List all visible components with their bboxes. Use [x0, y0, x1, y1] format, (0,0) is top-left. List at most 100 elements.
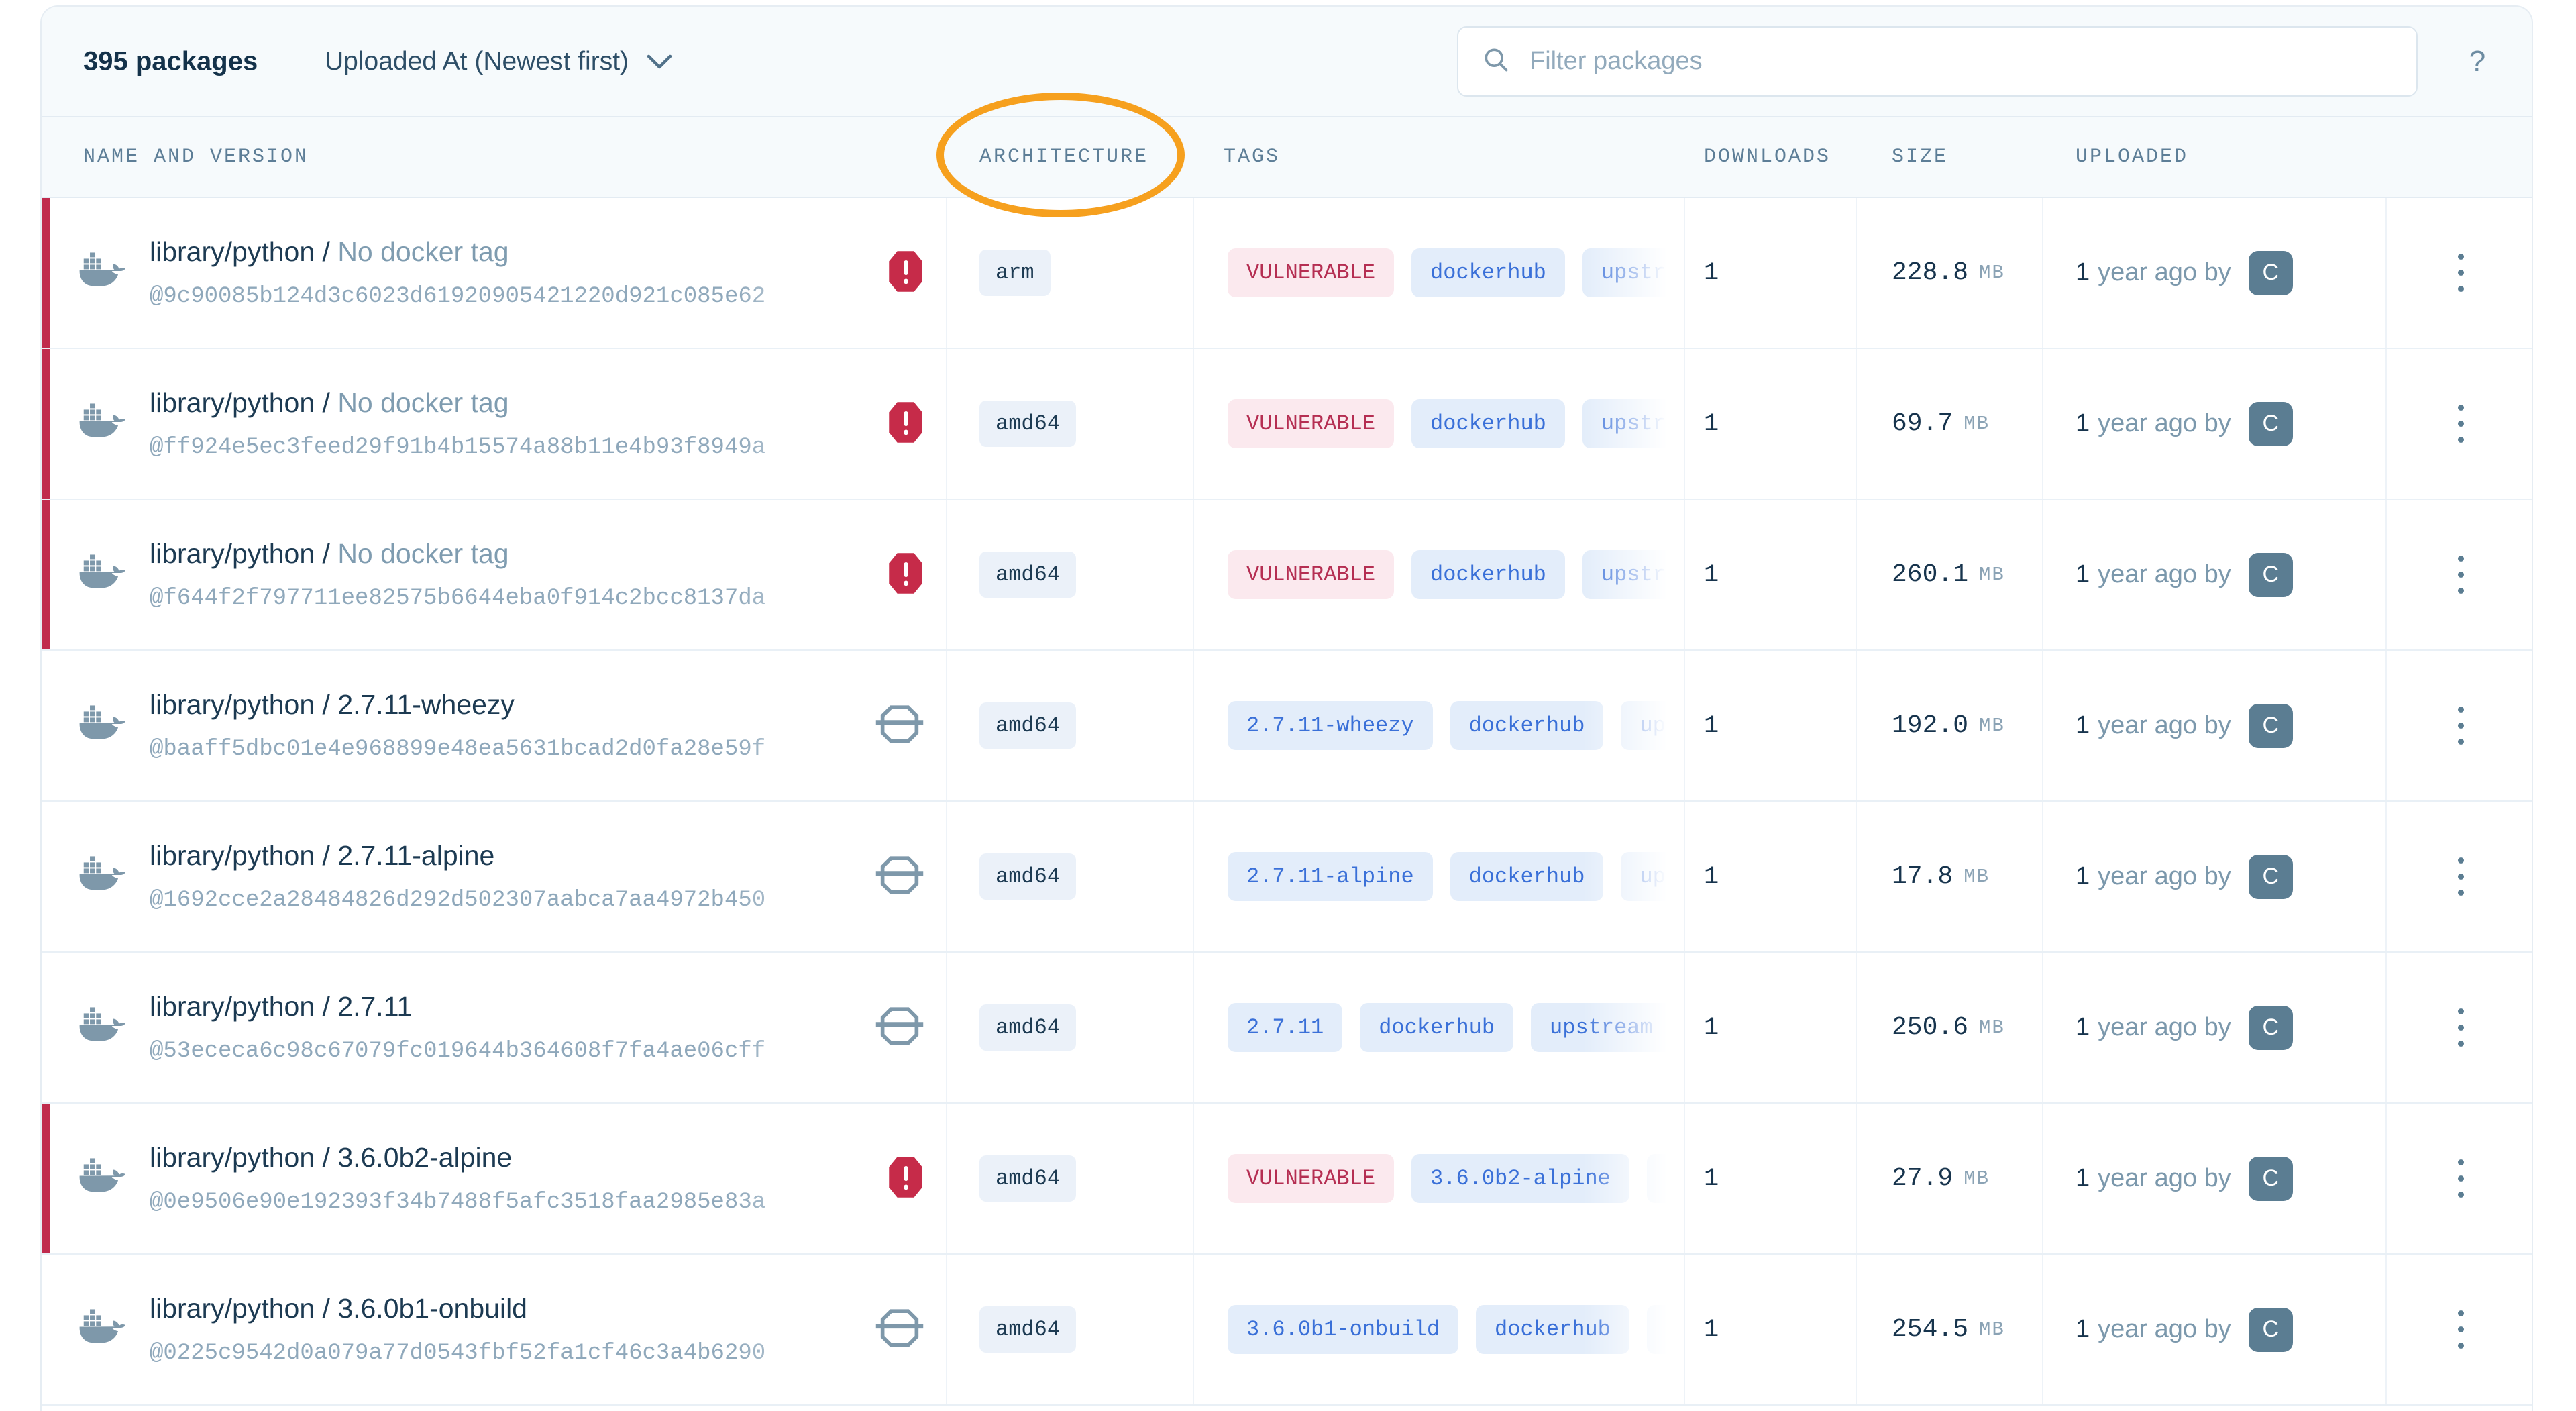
- vulnerable-icon[interactable]: [887, 249, 924, 297]
- tags-cell: 3.6.0b1-onbuild dockerhub upstream: [1194, 1255, 1685, 1404]
- kebab-menu-icon[interactable]: [2451, 398, 2471, 450]
- column-header-downloads[interactable]: DOWNLOADS: [1685, 117, 1857, 197]
- uploader-avatar[interactable]: C: [2249, 855, 2293, 899]
- tag-list: 2.7.11-wheezy dockerhub upstream: [1194, 701, 1684, 750]
- tag-dockerhub[interactable]: dockerhub: [1360, 1003, 1513, 1052]
- package-digest: @ff924e5ec3feed29f91b4b15574a88b11e4b93f…: [150, 435, 901, 460]
- package-name-link[interactable]: library/python / No docker tag: [150, 236, 901, 268]
- downloads-cell: 1: [1685, 651, 1857, 800]
- tag-upstream[interactable]: upstream: [1531, 1003, 1672, 1052]
- package-name-link[interactable]: library/python / No docker tag: [150, 538, 901, 570]
- tag-dockerhub[interactable]: dockerhub: [1411, 550, 1565, 599]
- kebab-menu-icon[interactable]: [2451, 851, 2471, 902]
- scan-ok-icon[interactable]: [875, 703, 924, 748]
- tag-2.7.11-alpine[interactable]: 2.7.11-alpine: [1228, 852, 1433, 901]
- table-row[interactable]: library/python / 3.6.0b1-onbuild @0225c9…: [42, 1255, 2532, 1406]
- column-header-architecture[interactable]: ARCHITECTURE: [947, 117, 1194, 197]
- name-cell: library/python / 3.6.0b1-onbuild @0225c9…: [42, 1255, 947, 1404]
- uploader-avatar[interactable]: C: [2249, 402, 2293, 446]
- column-header-size[interactable]: SIZE: [1857, 117, 2043, 197]
- sort-dropdown[interactable]: Uploaded At (Newest first): [325, 47, 673, 76]
- table-row[interactable]: library/python / 2.7.11 @53ececa6c98c670…: [42, 953, 2532, 1104]
- tag-3.6.0b2-alpine[interactable]: 3.6.0b2-alpine: [1411, 1154, 1629, 1203]
- scan-ok-icon[interactable]: [875, 1307, 924, 1352]
- table-row[interactable]: library/python / 3.6.0b2-alpine @0e9506e…: [42, 1104, 2532, 1255]
- tag-dockerhub[interactable]: dockerhub: [1647, 1154, 1684, 1203]
- tag-upstream[interactable]: upstream: [1647, 1305, 1684, 1354]
- column-header-tags[interactable]: TAGS: [1194, 117, 1685, 197]
- uploaded-age: 1: [2076, 560, 2090, 589]
- vulnerable-icon[interactable]: [887, 551, 924, 598]
- tag-list: VULNERABLE 3.6.0b2-alpine dockerhub: [1194, 1154, 1684, 1203]
- uploaded-cell: 1 year ago by C: [2043, 953, 2387, 1102]
- scan-ok-icon[interactable]: [875, 854, 924, 899]
- uploader-avatar[interactable]: C: [2249, 251, 2293, 295]
- package-name-link[interactable]: library/python / 2.7.11-wheezy: [150, 689, 901, 721]
- table-row[interactable]: library/python / No docker tag @ff924e5e…: [42, 349, 2532, 500]
- tag-vulnerable[interactable]: VULNERABLE: [1228, 550, 1394, 599]
- package-repo: library/python /: [150, 538, 330, 569]
- search-icon: [1481, 45, 1511, 78]
- uploaded-cell: 1 year ago by C: [2043, 349, 2387, 499]
- vulnerable-icon[interactable]: [887, 400, 924, 448]
- tag-upstream[interactable]: upstream: [1582, 399, 1684, 448]
- architecture-chip: amd64: [979, 1155, 1076, 1202]
- column-header-uploaded[interactable]: UPLOADED: [2043, 117, 2387, 197]
- tag-dockerhub[interactable]: dockerhub: [1411, 248, 1565, 297]
- tag-2.7.11-wheezy[interactable]: 2.7.11-wheezy: [1228, 701, 1433, 750]
- tag-dockerhub[interactable]: dockerhub: [1450, 852, 1604, 901]
- kebab-menu-icon[interactable]: [2451, 1304, 2471, 1355]
- tag-3.6.0b1-onbuild[interactable]: 3.6.0b1-onbuild: [1228, 1305, 1458, 1354]
- package-name-link[interactable]: library/python / No docker tag: [150, 387, 901, 419]
- table-row[interactable]: library/python / No docker tag @9c90085b…: [42, 198, 2532, 349]
- uploaded-age: 1: [2076, 258, 2090, 287]
- size-cell: 254.5 MB: [1857, 1255, 2043, 1404]
- tag-upstream[interactable]: upstream: [1582, 248, 1684, 297]
- package-name-link[interactable]: library/python / 2.7.11: [150, 991, 901, 1023]
- package-digest: @0e9506e90e192393f34b7488f5afc3518faa298…: [150, 1190, 901, 1215]
- package-version: 3.6.0b1-onbuild: [337, 1293, 527, 1324]
- kebab-menu-icon[interactable]: [2451, 247, 2471, 299]
- tag-dockerhub[interactable]: dockerhub: [1450, 701, 1604, 750]
- tag-upstream[interactable]: upstream: [1621, 852, 1684, 901]
- tag-vulnerable[interactable]: VULNERABLE: [1228, 399, 1394, 448]
- tag-vulnerable[interactable]: VULNERABLE: [1228, 248, 1394, 297]
- filter-packages-input[interactable]: [1529, 47, 2394, 76]
- uploader-avatar[interactable]: C: [2249, 553, 2293, 597]
- uploader-avatar[interactable]: C: [2249, 1157, 2293, 1201]
- package-count: 395 packages: [83, 46, 258, 76]
- tag-upstream[interactable]: upstream: [1582, 550, 1684, 599]
- tag-dockerhub[interactable]: dockerhub: [1476, 1305, 1629, 1354]
- uploader-avatar[interactable]: C: [2249, 704, 2293, 748]
- tag-2.7.11[interactable]: 2.7.11: [1228, 1003, 1342, 1052]
- kebab-menu-icon[interactable]: [2451, 549, 2471, 600]
- kebab-menu-icon[interactable]: [2451, 1153, 2471, 1204]
- uploader-avatar[interactable]: C: [2249, 1006, 2293, 1050]
- package-name-link[interactable]: library/python / 2.7.11-alpine: [150, 840, 901, 872]
- size-cell: 17.8 MB: [1857, 802, 2043, 951]
- package-version: 2.7.11-wheezy: [337, 689, 515, 720]
- column-header-actions: [2387, 117, 2533, 197]
- architecture-cell: amd64: [947, 1255, 1194, 1404]
- package-name-block: library/python / 2.7.11-alpine @1692cce2…: [150, 840, 901, 913]
- vulnerable-icon[interactable]: [887, 1155, 924, 1202]
- kebab-menu-icon[interactable]: [2451, 1002, 2471, 1053]
- uploaded-age: 1: [2076, 862, 2090, 891]
- tag-vulnerable[interactable]: VULNERABLE: [1228, 1154, 1394, 1203]
- uploaded-cell: 1 year ago by C: [2043, 651, 2387, 800]
- uploader-avatar[interactable]: C: [2249, 1308, 2293, 1352]
- package-version: 2.7.11-alpine: [337, 840, 494, 871]
- table-row[interactable]: library/python / 2.7.11-wheezy @baaff5db…: [42, 651, 2532, 802]
- filter-input-box[interactable]: [1457, 26, 2418, 97]
- help-icon[interactable]: ?: [2454, 45, 2501, 79]
- package-name-link[interactable]: library/python / 3.6.0b1-onbuild: [150, 1293, 901, 1324]
- kebab-menu-icon[interactable]: [2451, 700, 2471, 751]
- table-row[interactable]: library/python / 2.7.11-alpine @1692cce2…: [42, 802, 2532, 953]
- column-header-name[interactable]: NAME AND VERSION: [42, 117, 947, 197]
- architecture-chip: amd64: [979, 853, 1076, 900]
- scan-ok-icon[interactable]: [875, 1005, 924, 1050]
- tag-upstream[interactable]: upstream: [1621, 701, 1684, 750]
- tag-dockerhub[interactable]: dockerhub: [1411, 399, 1565, 448]
- package-name-link[interactable]: library/python / 3.6.0b2-alpine: [150, 1142, 901, 1173]
- table-row[interactable]: library/python / No docker tag @f644f2f7…: [42, 500, 2532, 651]
